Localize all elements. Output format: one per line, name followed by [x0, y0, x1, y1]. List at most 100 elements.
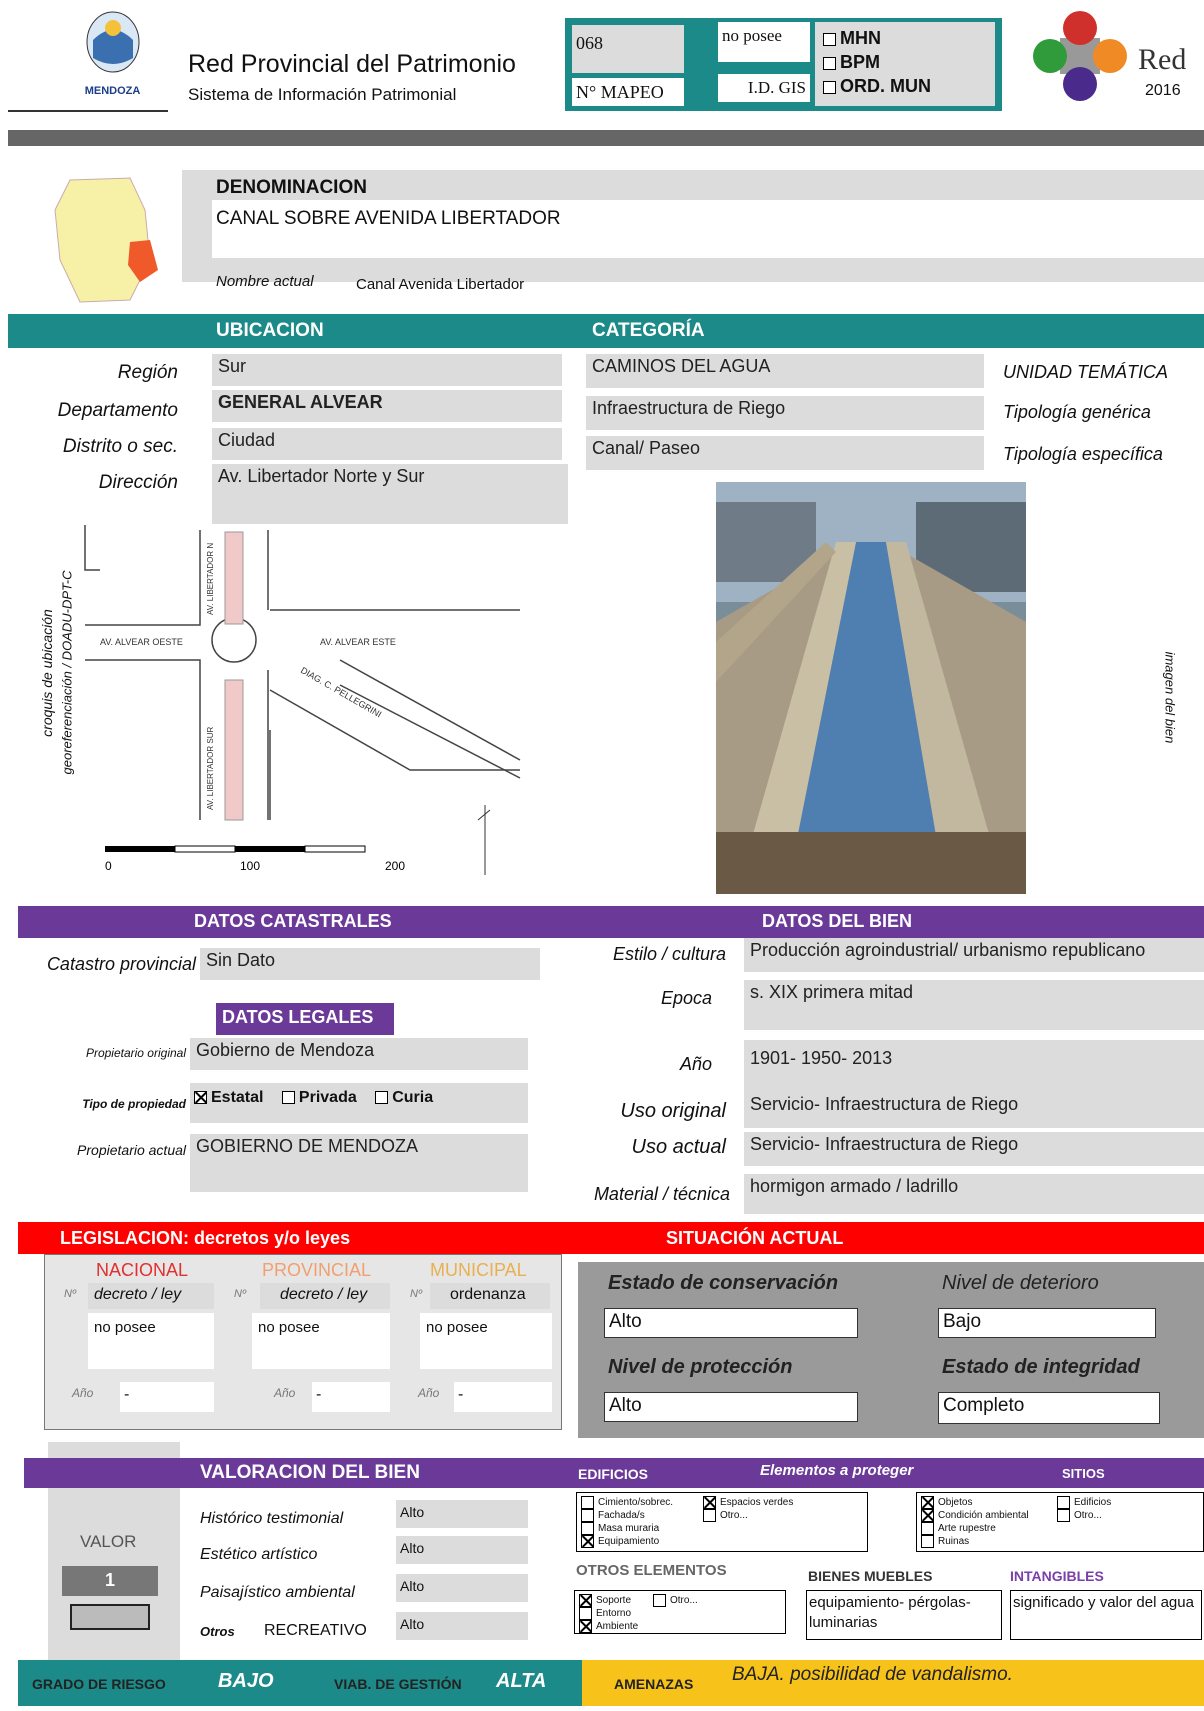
- valor-value: 1: [62, 1566, 158, 1596]
- mapeo-label: N° MAPEO: [572, 78, 684, 106]
- valoracion-heading: VALORACION DEL BIEN: [200, 1462, 420, 1483]
- svg-text:100: 100: [240, 859, 260, 873]
- street-label: AV. ALVEAR ESTE: [320, 637, 396, 647]
- distrito-value: Ciudad: [212, 428, 562, 460]
- uso-original-value: Servicio- Infraestructura de Riego: [744, 1092, 1204, 1128]
- estilo-label: Estilo / cultura: [612, 944, 726, 964]
- paisajistico-value: Alto: [396, 1574, 528, 1602]
- gis-value: no posee: [718, 22, 810, 62]
- estetico-value: Alto: [396, 1536, 528, 1564]
- proteccion-label: Nivel de protección: [608, 1356, 793, 1378]
- ord-mun-checkbox[interactable]: ORD. MUN: [823, 74, 987, 98]
- viab-label: VIAB. DE GESTIÓN: [334, 1676, 462, 1692]
- distrito-label: Distrito o sec.: [62, 436, 178, 457]
- prop-original-label: Propietario original: [85, 1046, 186, 1060]
- page-subtitle: Sistema de Información Patrimonial: [188, 85, 457, 104]
- unidad-tematica-value: CAMINOS DEL AGUA: [586, 354, 984, 388]
- denominacion-value: CANAL SOBRE AVENIDA LIBERTADOR: [216, 208, 561, 229]
- anio-value: 1901- 1950- 2013: [744, 1040, 1204, 1092]
- edificios-heading: EDIFICIOS: [578, 1466, 649, 1482]
- curia-checkbox[interactable]: Curia: [375, 1089, 433, 1106]
- epoca-label: Epoca: [660, 988, 712, 1008]
- shield-icon: [86, 11, 139, 73]
- red-logo-icon: [1033, 11, 1127, 101]
- intangibles-value: significado y valor del agua: [1010, 1590, 1202, 1640]
- unidad-tematica-label: UNIDAD TEMÁTICA: [1003, 362, 1169, 382]
- denominacion-heading: DENOMINACION: [216, 177, 367, 198]
- bienes-muebles-value: equipamiento- pérgolas- luminarias: [806, 1590, 1002, 1640]
- paisajistico-label: Paisajístico ambiental: [200, 1584, 355, 1601]
- sitios-heading: SITIOS: [1062, 1466, 1105, 1481]
- svg-text:0: 0: [105, 859, 112, 873]
- mhn-checkbox[interactable]: MHN: [823, 26, 987, 50]
- amenazas-label: AMENAZAS: [614, 1676, 694, 1692]
- sitios-checklist: Objetos Condición ambiental Arte rupestr…: [916, 1492, 1204, 1552]
- direccion-value: Av. Libertador Norte y Sur: [212, 464, 568, 524]
- tipologia-generica-label: Tipología genérica: [1003, 402, 1151, 422]
- direccion-label: Dirección: [98, 472, 178, 493]
- street-label: AV. ALVEAR OESTE: [100, 637, 183, 647]
- riesgo-label: GRADO DE RIESGO: [32, 1676, 166, 1692]
- otros-name: RECREATIVO: [264, 1622, 367, 1639]
- page-title: Red Provincial del Patrimonio: [188, 50, 516, 78]
- otros-label: Otros: [200, 1624, 235, 1639]
- mendoza-logo: MENDOZA: [60, 10, 165, 108]
- tipo-propiedad-label: Tipo de propiedad: [82, 1097, 186, 1111]
- legislacion-provincial: PROVINCIAL Nº decreto / ley no posee Año…: [232, 1258, 392, 1416]
- tipo-propiedad-options: Estatal Privada Curia: [190, 1083, 528, 1123]
- legislacion-heading: LEGISLACION: decretos y/o leyes: [60, 1228, 351, 1248]
- integridad-value: Completo: [938, 1392, 1160, 1424]
- integridad-label: Estado de integridad: [942, 1356, 1140, 1378]
- imagen-del-bien-label: imagen del bien: [1162, 651, 1178, 744]
- legislacion-municipal: MUNICIPAL Nº ordenanza no posee Año -: [400, 1258, 552, 1416]
- location-sketch-map: AV. LIBERTADOR N AV. ALVEAR OESTE AV. AL…: [80, 520, 560, 880]
- material-value: hormigon armado / ladrillo: [744, 1174, 1204, 1214]
- conservacion-label: Estado de conservación: [608, 1272, 839, 1294]
- mapeo-value: 068: [572, 25, 684, 73]
- valor-label: VALOR: [80, 1532, 137, 1551]
- bpm-checkbox[interactable]: BPM: [823, 50, 987, 74]
- legales-heading: DATOS LEGALES: [216, 1003, 394, 1035]
- situacion-heading: SITUACIÓN ACTUAL: [666, 1228, 844, 1248]
- red-logo: Red 2016: [1030, 8, 1200, 118]
- catastrales-heading: DATOS CATASTRALES: [194, 911, 392, 931]
- uso-actual-label: Uso actual: [631, 1136, 727, 1158]
- declaration-checks: MHN BPM ORD. MUN: [815, 22, 995, 106]
- tipologia-especifica-label: Tipología específica: [1003, 444, 1163, 464]
- material-label: Material / técnica: [593, 1184, 730, 1204]
- region-value: Sur: [212, 354, 562, 386]
- deterioro-value: Bajo: [938, 1308, 1156, 1338]
- street-label: AV. LIBERTADOR SUR: [206, 726, 215, 810]
- otros-elementos-heading: OTROS ELEMENTOS: [576, 1562, 727, 1579]
- estatal-checkbox[interactable]: Estatal: [194, 1089, 263, 1106]
- estetico-label: Estético artístico: [200, 1546, 318, 1563]
- estilo-value: Producción agroindustrial/ urbanismo rep…: [744, 938, 1204, 972]
- intangibles-heading: INTANGIBLES: [1010, 1568, 1104, 1584]
- departamento-label: Departamento: [57, 400, 178, 421]
- bienes-muebles-heading: BIENES MUEBLES: [808, 1568, 933, 1584]
- uso-original-label: Uso original: [620, 1100, 726, 1122]
- prop-actual-label: Propietario actual: [77, 1142, 186, 1158]
- croquis-label: croquis de ubicación georeferenciación /…: [39, 570, 75, 775]
- privada-checkbox[interactable]: Privada: [281, 1089, 357, 1106]
- deterioro-label: Nivel de deterioro: [942, 1272, 1099, 1294]
- historico-label: Histórico testimonial: [200, 1510, 344, 1527]
- viab-value: ALTA: [496, 1670, 547, 1692]
- departamento-value: GENERAL ALVEAR: [212, 390, 562, 422]
- edificios-checklist: Cimiento/sobrec. Fachada/s Masa muraria …: [576, 1492, 868, 1552]
- historico-value: Alto: [396, 1500, 528, 1528]
- province-map: [50, 170, 165, 310]
- canal-photo: [716, 482, 1026, 894]
- tipologia-especifica-value: Canal/ Paseo: [586, 436, 984, 470]
- categoria-heading: CATEGORÍA: [592, 320, 705, 341]
- uso-actual-value: Servicio- Infraestructura de Riego: [744, 1132, 1204, 1166]
- ubicacion-heading: UBICACION: [216, 320, 324, 341]
- amenazas-value: BAJA. posibilidad de vandalismo.: [732, 1664, 1013, 1685]
- tipologia-generica-value: Infraestructura de Riego: [586, 396, 984, 430]
- conservacion-value: Alto: [604, 1308, 858, 1338]
- street-label: AV. LIBERTADOR N: [206, 543, 215, 615]
- datos-bien-heading: DATOS DEL BIEN: [762, 911, 913, 931]
- otros-elementos-checklist: Soporte Entorno Ambiente Otro...: [574, 1590, 786, 1634]
- anio-label: Año: [679, 1054, 712, 1074]
- svg-text:200: 200: [385, 859, 405, 873]
